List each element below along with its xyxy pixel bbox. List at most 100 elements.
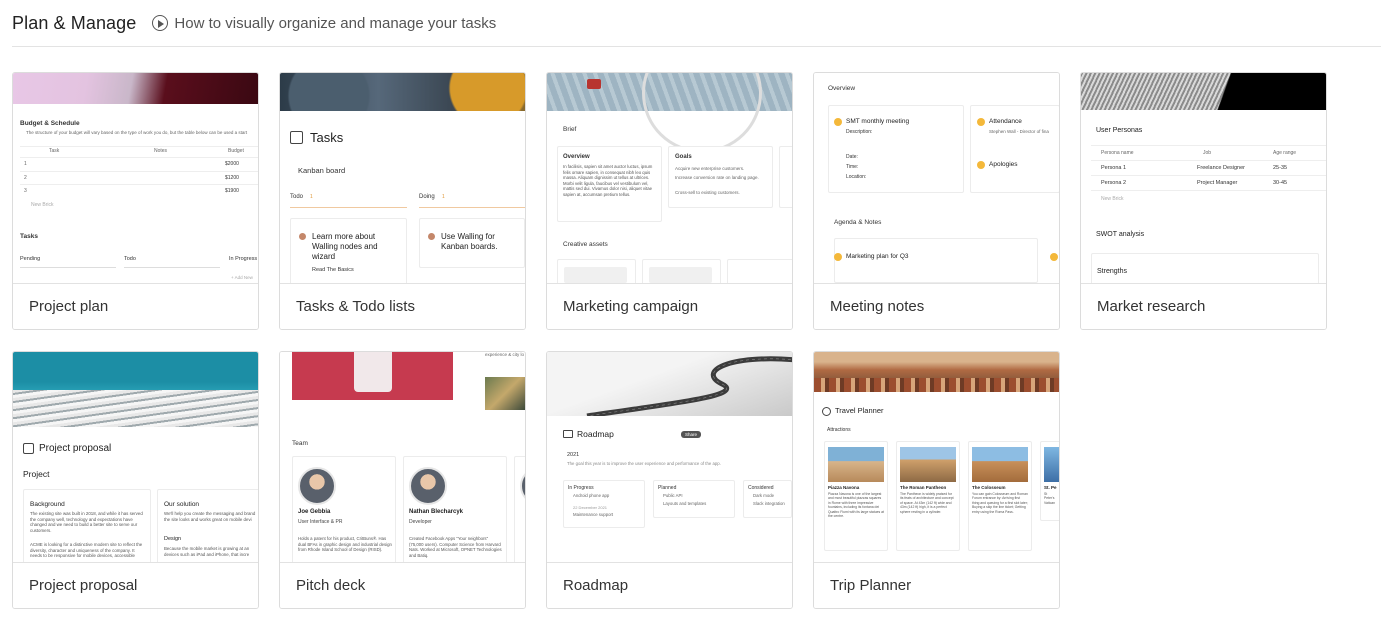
add-new-link: + Add New	[231, 275, 253, 280]
box-title: Apologies	[989, 161, 1018, 168]
col-header: Task	[49, 148, 60, 154]
card-label: Pitch deck	[296, 577, 366, 594]
goal-item: Increase conversion rate on landing page…	[675, 175, 759, 180]
template-card-meeting-notes[interactable]: Overview SMT monthly meeting Description…	[813, 72, 1060, 330]
box-title: Goals	[675, 154, 692, 160]
preview-board-title: Kanban board	[298, 166, 346, 175]
template-card-tasks-todo[interactable]: Tasks Kanban board Todo 1 Doing 1 Learn …	[279, 72, 526, 330]
agenda-icon	[1050, 253, 1058, 261]
col-header: Budget	[228, 148, 244, 154]
card-footer: Project plan	[13, 283, 258, 329]
goal-item: Acquire new enterprise customers.	[675, 166, 745, 171]
lane-item: Slack integration	[753, 501, 785, 506]
lane-item: Dark mode	[753, 493, 775, 498]
row-number: 2	[24, 175, 27, 181]
preview-section-title: Brief	[563, 126, 577, 133]
field-label: Date:	[846, 154, 858, 160]
lane-item: Android phone app	[573, 493, 610, 498]
lane-title: Considered	[748, 485, 774, 491]
template-preview: Budget & Schedule The structure of your …	[13, 73, 258, 283]
cover-image	[547, 352, 792, 416]
preview-desc: The goal this year is to improve the use…	[567, 461, 721, 466]
lane-item-date: 22 December 2021	[573, 505, 608, 510]
slide-photo	[485, 377, 525, 410]
preview-section-title: Team	[292, 440, 308, 447]
box-text: In facilisis, sapien sit amet auctor luc…	[563, 164, 653, 197]
content-box	[834, 238, 1038, 283]
preview-section-title: Budget & Schedule	[20, 120, 80, 127]
table-rule	[1091, 190, 1326, 191]
attraction-title: Piazza Navona	[828, 485, 860, 490]
new-brick-link: New Brick	[31, 202, 54, 208]
lane-title: Todo	[290, 194, 304, 200]
template-card-project-plan[interactable]: Budget & Schedule The structure of your …	[12, 72, 259, 330]
meeting-icon	[834, 118, 842, 126]
header-divider	[12, 46, 1381, 47]
preview-section-title: Agenda & Notes	[834, 219, 882, 226]
person-bio: Holds a patent for his product, CritBuns…	[298, 536, 392, 553]
card-label: Roadmap	[563, 577, 629, 594]
cover-image	[280, 73, 525, 111]
attendance-icon	[977, 118, 985, 126]
attraction-photo	[972, 447, 1028, 482]
agenda-icon	[834, 253, 842, 261]
field-label: Description:	[846, 129, 873, 135]
col-header: Persona name	[1101, 150, 1134, 156]
preview-title: Roadmap	[577, 429, 614, 439]
template-card-project-proposal[interactable]: Project proposal Project Background The …	[12, 351, 259, 609]
proposal-icon	[23, 443, 34, 454]
table-cell: Freelance Designer	[1197, 165, 1245, 171]
template-card-pitch-deck[interactable]: experience & city lo Team Joe Gebbia Use…	[279, 351, 526, 609]
budget-cell: $2000	[225, 161, 239, 167]
template-card-marketing-campaign[interactable]: Brief Overview In facilisis, sapien sit …	[546, 72, 793, 330]
attraction-text: Piazza Navona is one of the largest and …	[828, 492, 884, 519]
box-subtitle: Design	[164, 536, 182, 542]
lane-count: 1	[310, 194, 313, 200]
apologies-icon	[977, 161, 985, 169]
share-button: Share	[681, 431, 702, 438]
kanban-card-title: Learn more about Walling nodes and wizar…	[312, 232, 378, 261]
card-label: Project proposal	[29, 577, 138, 594]
template-card-trip-planner[interactable]: Travel Planner Attractions Piazza Navona…	[813, 351, 1060, 609]
lane-title: Planned	[658, 485, 677, 491]
agenda-item: Marketing plan for Q3	[846, 253, 909, 260]
slide-text: experience & city lo	[485, 352, 525, 357]
lane-title: In Progress	[229, 256, 258, 262]
template-preview: Overview SMT monthly meeting Description…	[814, 73, 1059, 283]
lane-rule	[20, 267, 116, 268]
col-header: Job	[1203, 150, 1212, 156]
card-label: Market research	[1097, 298, 1206, 315]
table-rule	[20, 146, 258, 147]
template-card-roadmap[interactable]: Roadmap Share 2021 The goal this year is…	[546, 351, 793, 609]
preview-title: Project proposal	[39, 443, 112, 454]
attraction-photo	[900, 447, 956, 482]
card-footer: Market research	[1081, 283, 1326, 329]
field-label: Location:	[846, 174, 867, 180]
lane-title: Doing	[419, 194, 435, 200]
table-rule	[20, 184, 258, 185]
table-rule	[20, 171, 258, 172]
box-text: We'll help you create the messaging and …	[164, 511, 256, 522]
box-text: Because the mobile market is growing at …	[164, 546, 250, 557]
box-title: Our solution	[164, 501, 200, 508]
box-title: Overview	[563, 154, 590, 160]
card-footer: Project proposal	[13, 562, 258, 608]
avatar	[299, 233, 306, 240]
card-footer: Trip Planner	[814, 562, 1059, 608]
template-card-market-research[interactable]: User Personas Persona name Job Age range…	[1080, 72, 1327, 330]
attraction-title: The Colosseum	[972, 485, 1006, 490]
preview-section-title: Overview	[828, 85, 856, 92]
team-card	[514, 456, 525, 562]
preview-section-title: SWOT analysis	[1096, 231, 1145, 238]
preview-title: Travel Planner	[835, 406, 884, 415]
preview-section-title: Project	[23, 469, 50, 479]
template-preview: User Personas Persona name Job Age range…	[1081, 73, 1326, 283]
tutorial-link[interactable]: How to visually organize and manage your…	[152, 15, 496, 32]
card-footer: Tasks & Todo lists	[280, 283, 525, 329]
cover-image	[814, 352, 1059, 392]
template-preview: experience & city lo Team Joe Gebbia Use…	[280, 352, 525, 562]
lane-count: 1	[442, 194, 445, 200]
attraction-text: The Pantheon is widely praised for its f…	[900, 492, 954, 514]
template-preview: Project proposal Project Background The …	[13, 352, 258, 562]
year-title: 2021	[567, 452, 580, 458]
